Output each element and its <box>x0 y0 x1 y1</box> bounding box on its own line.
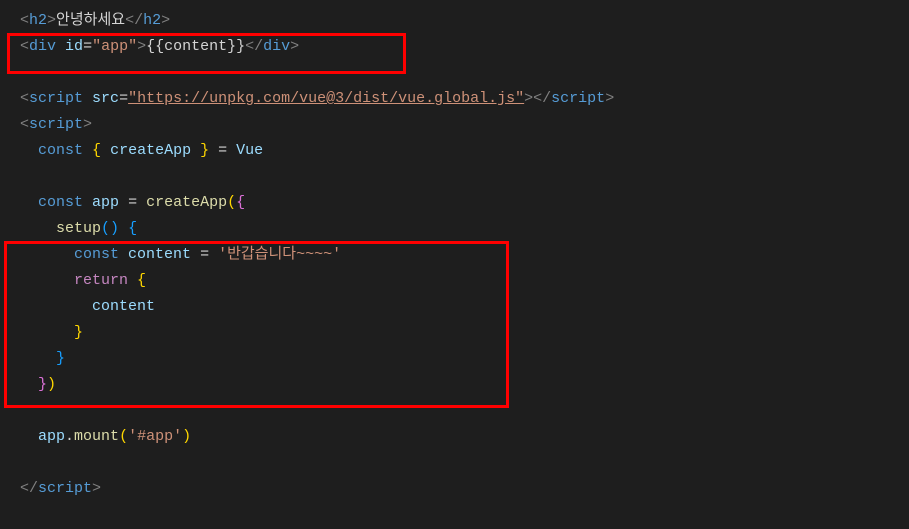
code-line: app.mount('#app') <box>0 424 909 450</box>
code-line: } <box>0 346 909 372</box>
code-line: const { createApp } = Vue <box>0 138 909 164</box>
code-line: content <box>0 294 909 320</box>
code-line: const app = createApp({ <box>0 190 909 216</box>
code-line <box>0 60 909 86</box>
code-line <box>0 164 909 190</box>
code-line: setup() { <box>0 216 909 242</box>
code-line: <h2>안녕하세요</h2> <box>0 8 909 34</box>
code-line: <script> <box>0 112 909 138</box>
code-line: return { <box>0 268 909 294</box>
code-line <box>0 450 909 476</box>
code-line: const content = '반갑습니다~~~~' <box>0 242 909 268</box>
code-line: <div id="app">{{content}}</div> <box>0 34 909 60</box>
code-line: </script> <box>0 476 909 502</box>
code-line <box>0 398 909 424</box>
code-editor[interactable]: <h2>안녕하세요</h2> <div id="app">{{content}}… <box>0 8 909 502</box>
code-line: <script src="https://unpkg.com/vue@3/dis… <box>0 86 909 112</box>
code-line: }) <box>0 372 909 398</box>
code-line: } <box>0 320 909 346</box>
